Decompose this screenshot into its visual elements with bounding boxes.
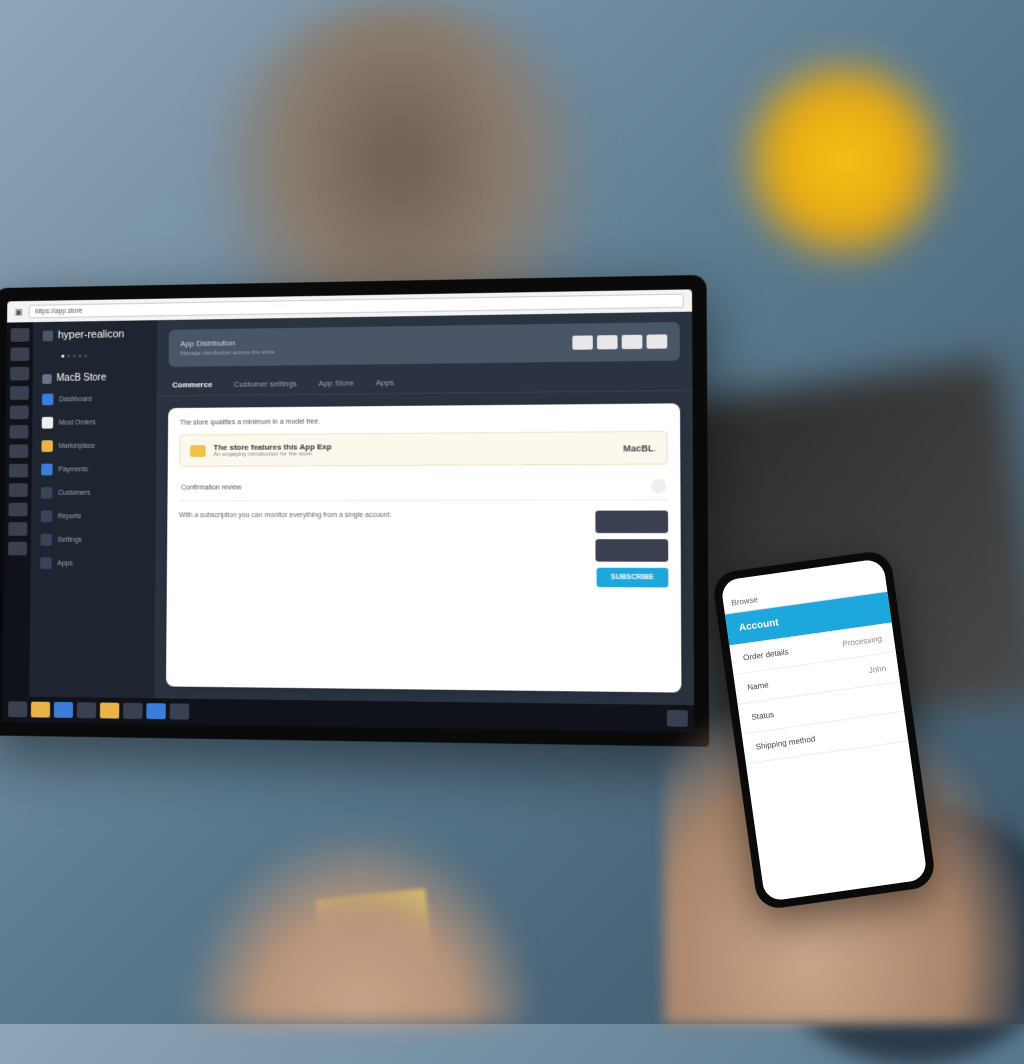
tab-commerce[interactable]: Commerce	[170, 374, 214, 395]
promo-banner[interactable]: The store features this App Exp An engag…	[179, 431, 667, 467]
phone-hero-label: Account	[738, 617, 779, 633]
taskbar-item[interactable]	[123, 703, 143, 719]
sidebar-item[interactable]: Payments	[41, 461, 146, 477]
bell-icon	[41, 510, 53, 522]
sidebar-item-label: Apps	[57, 560, 72, 567]
taskbar-item[interactable]	[31, 702, 50, 718]
preview-slot	[595, 539, 668, 562]
phone-row-label: Shipping method	[755, 734, 816, 751]
banner-action-button[interactable]	[597, 335, 618, 349]
user-icon	[41, 487, 53, 499]
taskbar-item[interactable]	[54, 702, 73, 718]
taskbar-item[interactable]	[170, 703, 190, 719]
grid-icon	[42, 394, 54, 406]
promo-brand: MacBL.	[623, 443, 656, 453]
rail-item[interactable]	[10, 386, 29, 400]
tab-app-store[interactable]: App Store	[317, 373, 356, 394]
tab-customer-settings[interactable]: Customer settings	[232, 373, 299, 394]
rail-item[interactable]	[11, 328, 30, 342]
phone-row-label: Order details	[743, 647, 790, 662]
banner-action-button[interactable]	[622, 335, 643, 349]
phone-row-label: Name	[747, 680, 769, 692]
pager-dots	[61, 354, 147, 358]
activity-rail	[3, 322, 34, 696]
rail-item[interactable]	[10, 347, 29, 361]
rail-item[interactable]	[9, 464, 28, 478]
sidebar-item-label: Most Orders	[59, 419, 96, 426]
row-label: Confirmation review	[181, 484, 241, 491]
doc-icon	[42, 417, 54, 429]
sidebar-item-label: Payments	[58, 466, 88, 473]
brand-icon	[43, 330, 54, 341]
brand-label: hyper-realicon	[58, 328, 125, 341]
phone-list: Order details Processing Name John Statu…	[729, 623, 927, 902]
phone-row-value: Processing	[842, 634, 882, 648]
sidebar-item[interactable]: Reports	[41, 508, 146, 524]
preview-slot	[595, 511, 668, 534]
sidebar-item[interactable]: Settings	[40, 532, 146, 548]
taskbar-item[interactable]	[100, 702, 119, 718]
card-icon	[190, 445, 206, 457]
banner-action-button[interactable]	[646, 334, 667, 348]
phone-row-label: Status	[751, 710, 775, 722]
subscribe-button[interactable]: SUBSCRIBE	[596, 568, 668, 588]
phone-row-value: John	[868, 664, 886, 675]
main-content: App Distribution Manage distribution acr…	[154, 312, 694, 706]
store-icon	[42, 374, 52, 384]
rail-item[interactable]	[10, 405, 29, 419]
section-label: MacB Store	[56, 373, 106, 384]
taskbar-item[interactable]	[8, 701, 27, 717]
sidebar-section: MacB Store	[42, 372, 147, 384]
sidebar-item-label: Customers	[58, 489, 90, 496]
chat-icon	[41, 440, 53, 452]
lock-icon: ▣	[15, 306, 23, 317]
sidebar-item-label: Reports	[58, 513, 81, 520]
banner-title: App Distribution	[180, 338, 274, 348]
rail-item[interactable]	[8, 522, 27, 536]
promo-title: The store features this App Exp	[213, 442, 331, 452]
content-card: The store qualifies a minimum in a model…	[166, 403, 681, 692]
taskbar-item[interactable]	[77, 702, 96, 718]
tab-apps[interactable]: Apps	[374, 372, 396, 393]
rail-item[interactable]	[9, 444, 28, 458]
rail-item[interactable]	[9, 483, 28, 497]
info-icon	[651, 479, 666, 493]
rail-item[interactable]	[10, 367, 29, 381]
card-heading: The store qualifies a minimum in a model…	[180, 416, 668, 427]
rail-item[interactable]	[9, 503, 28, 517]
sidebar-item-label: Settings	[58, 536, 82, 543]
hand-left	[180, 824, 540, 1024]
sidebar-item-label: Dashboard	[59, 396, 92, 403]
promo-subtitle: An engaging introduction for the store.	[213, 451, 331, 458]
sidebar-item[interactable]: Dashboard	[42, 391, 147, 408]
sidebar-item-label: Marketplace	[59, 442, 95, 449]
sidebar-item[interactable]: Marketplace	[41, 438, 146, 454]
phone-tab[interactable]: Browse	[731, 595, 759, 608]
note-text: With a subscription you can monitor ever…	[179, 511, 530, 522]
tabs: Commerce Customer settings App Store App…	[157, 369, 693, 397]
list-row[interactable]: Confirmation review	[179, 473, 668, 502]
hero-banner: App Distribution Manage distribution acr…	[169, 322, 680, 367]
check-icon	[40, 534, 52, 546]
banner-subtitle: Manage distribution across the store	[180, 350, 274, 357]
rail-item[interactable]	[9, 425, 28, 439]
rail-item[interactable]	[8, 542, 27, 556]
sidebar-item[interactable]: Customers	[41, 485, 146, 501]
sidebar: hyper-realicon MacB Store Dashboard Most…	[29, 320, 157, 698]
sidebar-item[interactable]: Most Orders	[42, 414, 147, 430]
laptop: ▣ https://app.store	[0, 275, 709, 789]
brand: hyper-realicon	[43, 328, 148, 341]
apps-icon	[40, 557, 52, 569]
sidebar-item[interactable]: Apps	[40, 555, 146, 571]
taskbar-item[interactable]	[146, 703, 166, 719]
cloud-icon	[41, 464, 53, 476]
banner-action-button[interactable]	[572, 335, 593, 349]
